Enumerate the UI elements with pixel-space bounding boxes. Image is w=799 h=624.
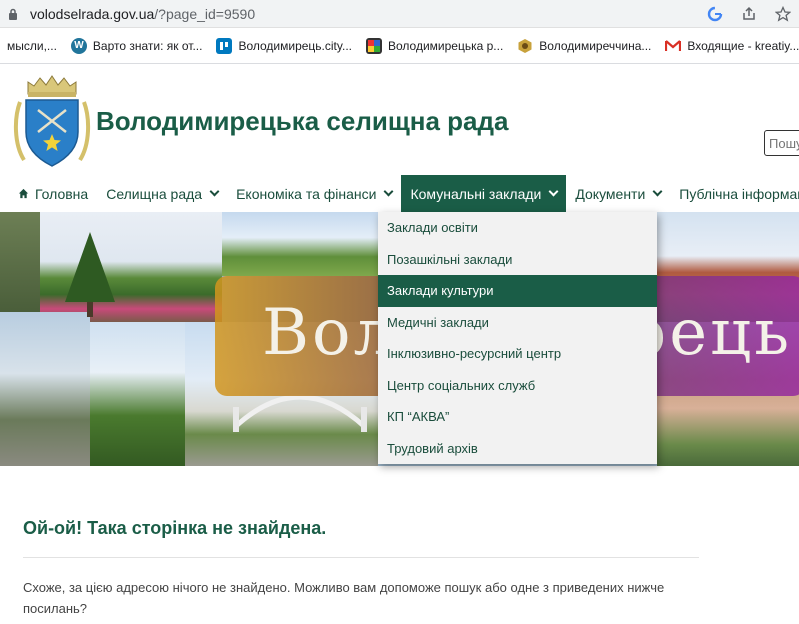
nav-item-economy[interactable]: Економіка та фінанси xyxy=(227,175,401,212)
bookmark-item[interactable]: Володимирецька р... xyxy=(359,37,510,54)
municipal-dropdown-menu: Заклади освіти Позашкільні заклади Закла… xyxy=(378,212,657,464)
not-found-message: Схоже, за цією адресою нічого не знайден… xyxy=(23,580,665,616)
bookmark-star-icon[interactable] xyxy=(773,4,793,24)
bookmark-label: Володимирець.city... xyxy=(238,38,352,53)
menu-item-education[interactable]: Заклади освіти xyxy=(378,212,657,244)
chevron-down-icon xyxy=(209,186,220,197)
menu-item-medical[interactable]: Медичні заклади xyxy=(378,307,657,339)
nav-label: Публічна інформація xyxy=(679,185,799,202)
page-title: Ой-ой! Така сторінка не знайдена. xyxy=(23,518,327,538)
url-text[interactable]: volodselrada.gov.ua/?page_id=9590 xyxy=(30,6,255,22)
nav-label: Головна xyxy=(35,185,89,202)
bookmarks-bar: мысли,... W Варто знати: як от... Володи… xyxy=(0,28,799,64)
chevron-down-icon xyxy=(548,186,559,197)
divider xyxy=(23,557,699,558)
google-icon[interactable] xyxy=(705,4,725,24)
site-title[interactable]: Володимирецька селищна рада xyxy=(96,106,508,137)
nav-label: Документи xyxy=(575,185,646,202)
nav-label: Економіка та фінанси xyxy=(236,185,377,202)
bookmark-item[interactable]: мысли,... xyxy=(0,39,64,53)
menu-item-culture[interactable]: Заклади культури xyxy=(378,275,657,307)
tree-icon xyxy=(65,232,115,317)
menu-item-akva[interactable]: КП “АКВА” xyxy=(378,401,657,433)
nav-item-council[interactable]: Селищна рада xyxy=(97,175,227,212)
nav-item-municipal[interactable]: Комунальні заклади xyxy=(401,175,567,212)
nav-item-documents[interactable]: Документи xyxy=(566,175,670,212)
bookmark-label: Володимирецька р... xyxy=(388,38,504,53)
chevron-down-icon xyxy=(652,186,663,197)
site-icon xyxy=(366,37,382,54)
bookmark-label: Входящие - kreatiy... xyxy=(687,38,799,53)
site-header: Володимирецька селищна рада xyxy=(0,64,799,174)
bookmark-item[interactable]: Володимирець.city... xyxy=(209,37,359,54)
search-input[interactable] xyxy=(764,130,799,156)
menu-item-extracurricular[interactable]: Позашкільні заклади xyxy=(378,244,657,276)
banner-photo xyxy=(0,312,90,466)
menu-item-social-services[interactable]: Центр соціальних служб xyxy=(378,370,657,402)
menu-item-inclusive-center[interactable]: Інклюзивно-ресурсний центр xyxy=(378,338,657,370)
nav-item-home[interactable]: Головна xyxy=(0,175,97,212)
share-icon[interactable] xyxy=(739,4,759,24)
lock-icon xyxy=(9,8,17,20)
hexagon-icon xyxy=(517,38,533,54)
url-host: volodselrada.gov.ua xyxy=(30,6,155,22)
bookmark-item[interactable]: Володимиреччина... xyxy=(510,38,658,54)
trello-icon xyxy=(216,37,233,54)
url-path: /?page_id=9590 xyxy=(154,6,256,22)
gmail-icon xyxy=(665,38,682,54)
nav-item-public-info[interactable]: Публічна інформація xyxy=(670,175,799,212)
address-bar[interactable]: volodselrada.gov.ua/?page_id=9590 xyxy=(0,0,799,28)
main-nav: Головна Селищна рада Економіка та фінанс… xyxy=(0,175,799,212)
bookmark-label: мысли,... xyxy=(7,38,57,53)
chevron-down-icon xyxy=(384,186,394,197)
nav-label: Селищна рада xyxy=(106,185,203,202)
bookmark-item[interactable]: Входящие - kreatiy... xyxy=(658,38,799,54)
bookmark-label: Варто знати: як от... xyxy=(92,38,203,53)
menu-item-labor-archive[interactable]: Трудовий архів xyxy=(378,433,657,465)
bookmark-label: Володимиреччина... xyxy=(539,38,652,53)
bookmark-item[interactable]: W Варто знати: як от... xyxy=(64,37,210,54)
nav-label: Комунальні заклади xyxy=(410,185,542,202)
wordpress-icon: W xyxy=(70,37,87,54)
banner-photo xyxy=(0,212,40,312)
home-icon xyxy=(18,188,29,199)
banner-photo xyxy=(90,322,185,466)
coat-of-arms-icon[interactable] xyxy=(12,74,92,170)
banner-photo xyxy=(222,212,378,276)
